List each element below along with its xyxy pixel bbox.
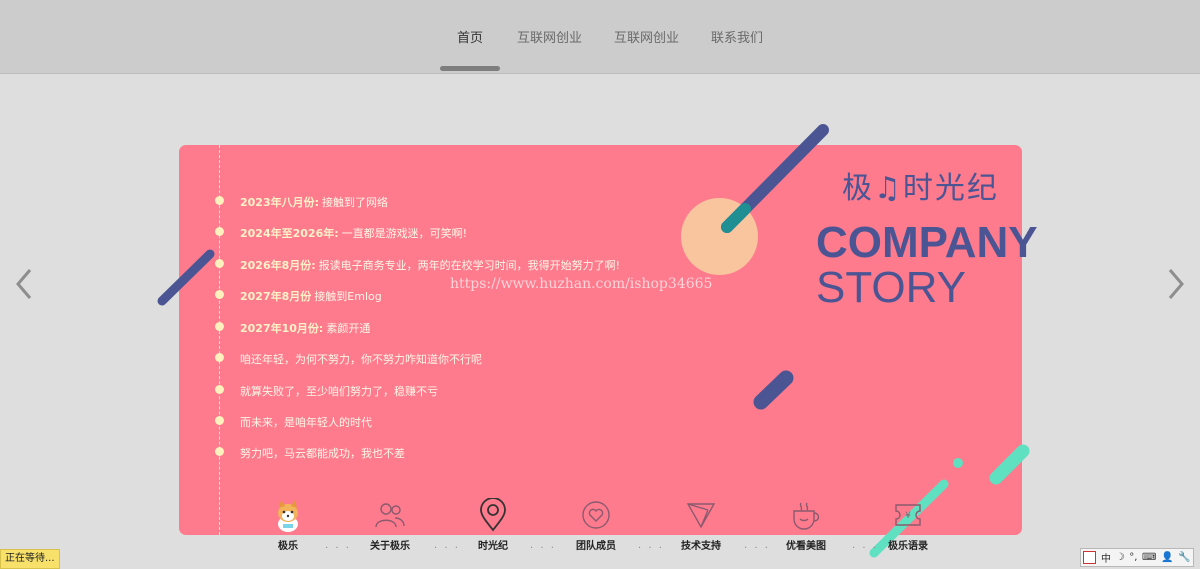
ticket-icon: ¥ <box>863 497 953 533</box>
bottom-nav-label: 时光纪 <box>478 541 508 552</box>
ime-punctuation-icon[interactable]: °, <box>1129 552 1137 563</box>
send-icon <box>656 497 746 533</box>
brand-logo-text: 极♫时光纪 <box>842 171 999 206</box>
ime-moon-icon[interactable]: ☽ <box>1116 552 1125 563</box>
bottom-nav-quotes[interactable]: ¥ 极乐语录 <box>863 497 953 552</box>
bottom-nav-jile[interactable]: 极乐 <box>243 497 333 552</box>
dog-mascot-icon <box>243 497 333 533</box>
bottom-nav-about[interactable]: 关于极乐 <box>345 497 435 552</box>
svg-text:¥: ¥ <box>905 511 911 521</box>
watermark-url: https://www.huzhan.com/ishop34665 <box>450 276 713 292</box>
bottom-nav-team[interactable]: 团队成员 <box>551 497 641 552</box>
story-heading: STORY <box>816 263 966 312</box>
heart-icon <box>551 497 641 533</box>
location-pin-icon <box>448 497 538 533</box>
bottom-nav-gallery[interactable]: 优看美图 <box>761 497 851 552</box>
ime-user-icon[interactable]: 👤 <box>1161 552 1173 563</box>
bottom-nav-label: 极乐 <box>278 541 298 552</box>
company-heading: COMPANY <box>816 218 1038 267</box>
bottom-nav-shiguangji[interactable]: 时光纪 <box>448 497 538 552</box>
ime-mode-chinese[interactable]: 中 <box>1101 550 1111 565</box>
bottom-nav-label: 关于极乐 <box>370 541 410 552</box>
bottom-nav-label: 优看美图 <box>786 541 826 552</box>
ime-keyboard-icon[interactable]: ⌨ <box>1142 552 1156 563</box>
browser-status-text: 正在等待... <box>0 549 60 569</box>
ime-toolbar[interactable]: 中 ☽ °, ⌨ 👤 🔧 <box>1080 548 1194 567</box>
ime-settings-icon[interactable]: 🔧 <box>1178 552 1190 563</box>
bottom-nav-tech-support[interactable]: 技术支持 <box>656 497 746 552</box>
users-icon <box>345 497 435 533</box>
bottom-nav-label: 极乐语录 <box>888 541 928 552</box>
coffee-cup-icon <box>761 497 851 533</box>
bottom-nav-label: 技术支持 <box>681 541 721 552</box>
ime-logo-icon[interactable] <box>1083 551 1097 564</box>
bottom-nav-label: 团队成员 <box>576 541 616 552</box>
